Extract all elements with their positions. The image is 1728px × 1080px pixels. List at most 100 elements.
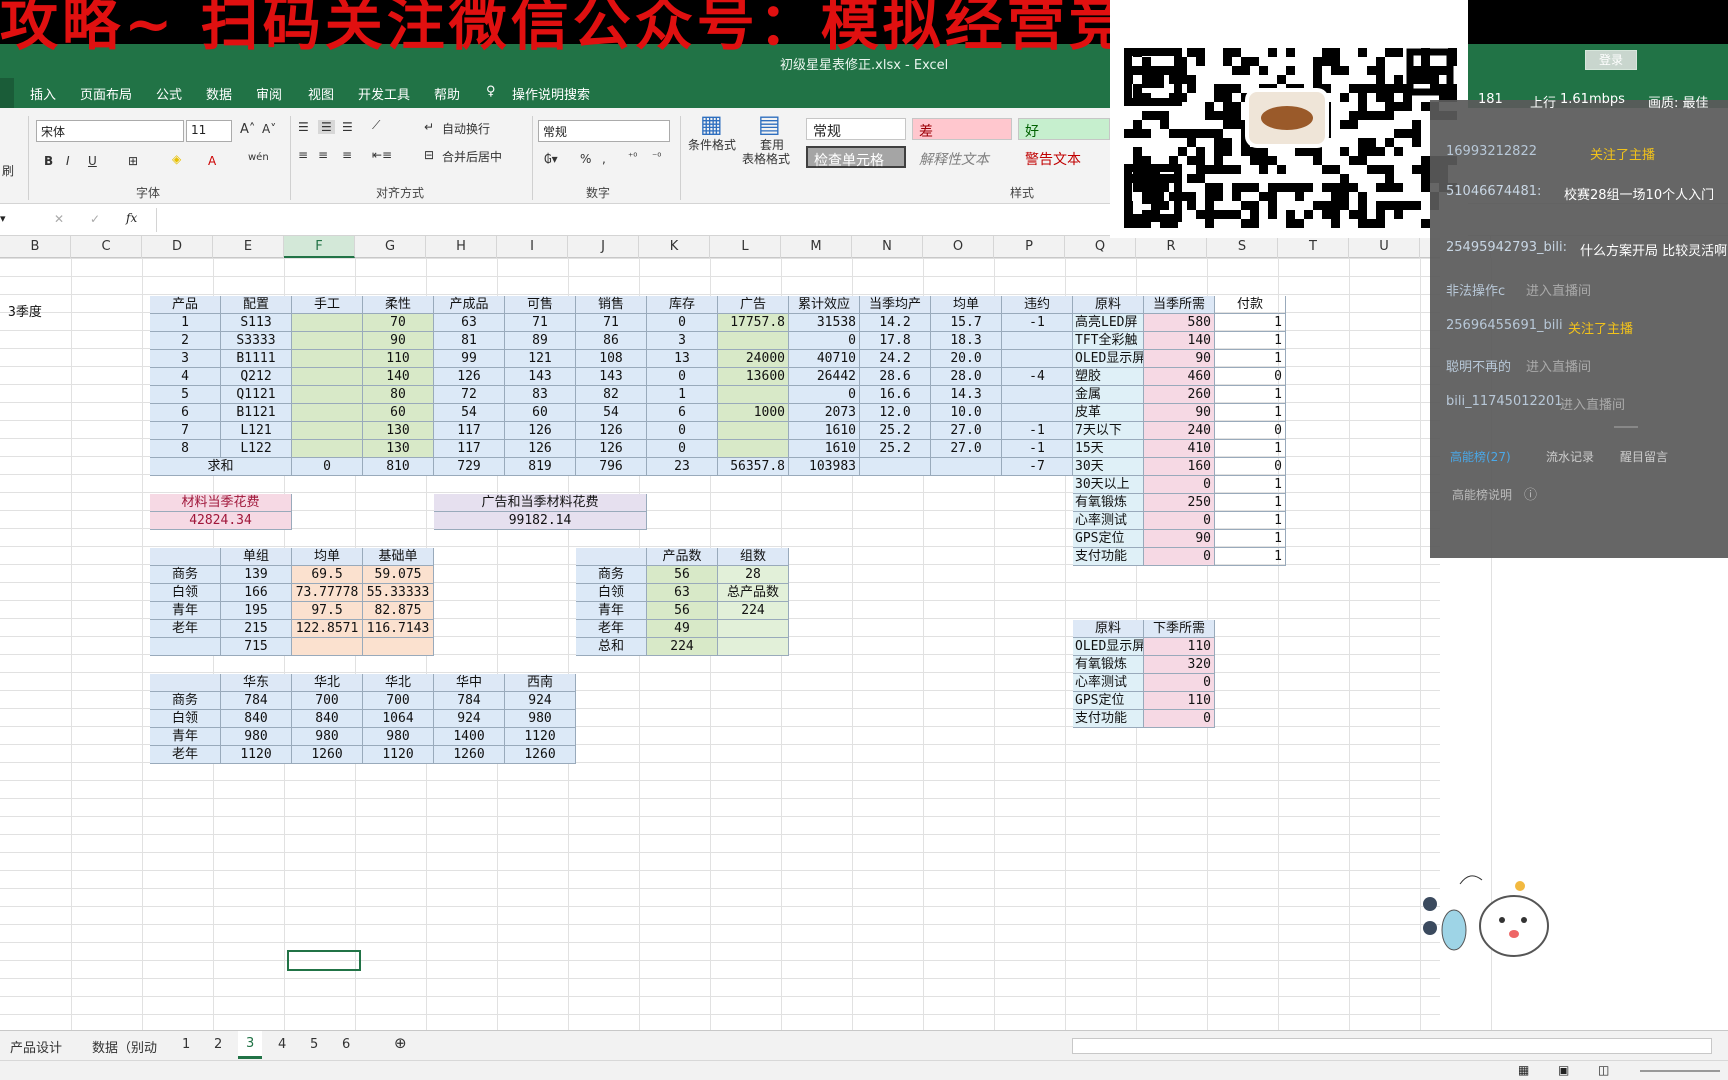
segment-cell[interactable]: 122.8571 bbox=[292, 620, 363, 638]
table-cell[interactable]: -4 bbox=[1002, 368, 1073, 386]
table-cell[interactable]: 4 bbox=[150, 368, 221, 386]
table-cell[interactable]: 99 bbox=[434, 350, 505, 368]
quality-label[interactable]: 画质: 最佳 bbox=[1648, 92, 1709, 111]
product-count-header[interactable]: 产品数 bbox=[647, 548, 718, 566]
table-cell[interactable]: S113 bbox=[221, 314, 292, 332]
table-cell[interactable]: 126 bbox=[505, 440, 576, 458]
sheet-tab[interactable]: 数据（别动 bbox=[92, 1037, 157, 1056]
material-name[interactable]: 高亮LED屏 bbox=[1073, 314, 1144, 332]
material-qty[interactable]: 460 bbox=[1144, 368, 1215, 386]
italic-icon[interactable]: I bbox=[66, 154, 70, 168]
next-material-qty[interactable]: 320 bbox=[1144, 656, 1215, 674]
table-cell[interactable]: 27.0 bbox=[931, 440, 1002, 458]
table-cell[interactable] bbox=[1002, 386, 1073, 404]
currency-icon[interactable]: ₲▾ bbox=[544, 152, 558, 166]
next-material-name[interactable]: GPS定位 bbox=[1073, 692, 1144, 710]
column-header-S[interactable]: S bbox=[1207, 236, 1278, 258]
segment-header[interactable]: 均单 bbox=[292, 548, 363, 566]
table-cell[interactable]: L122 bbox=[221, 440, 292, 458]
table-cell[interactable] bbox=[292, 332, 363, 350]
table-cell[interactable]: 54 bbox=[576, 404, 647, 422]
table-cell[interactable] bbox=[292, 368, 363, 386]
region-cell[interactable]: 980 bbox=[221, 728, 292, 746]
table-cell[interactable]: 1000 bbox=[718, 404, 789, 422]
phonetic-icon[interactable]: wén bbox=[248, 152, 269, 163]
table-cell[interactable]: 82 bbox=[576, 386, 647, 404]
table-cell[interactable]: 143 bbox=[576, 368, 647, 386]
table-header[interactable]: 库存 bbox=[647, 296, 718, 314]
table-cell[interactable]: 121 bbox=[505, 350, 576, 368]
total-cell[interactable] bbox=[860, 458, 931, 476]
style-explanatory[interactable]: 解释性文本 bbox=[912, 146, 1012, 168]
align-left-icon[interactable]: ≡ bbox=[298, 148, 308, 162]
segment-cell[interactable] bbox=[150, 638, 221, 656]
next-materials-header[interactable]: 下季所需 bbox=[1144, 620, 1215, 638]
material-qty[interactable]: 0 bbox=[1144, 548, 1215, 566]
table-header[interactable]: 可售 bbox=[505, 296, 576, 314]
material-paid[interactable]: 1 bbox=[1215, 350, 1286, 368]
table-cell[interactable]: 5 bbox=[150, 386, 221, 404]
indent-icon[interactable]: ⇤≡ bbox=[372, 148, 392, 162]
region-cell[interactable]: 1120 bbox=[505, 728, 576, 746]
column-header-M[interactable]: M bbox=[781, 236, 852, 258]
fill-color-icon[interactable]: ◈ bbox=[172, 152, 181, 166]
material-name[interactable]: 15天 bbox=[1073, 440, 1144, 458]
region-cell[interactable]: 700 bbox=[292, 692, 363, 710]
product-count-cell[interactable]: 56 bbox=[647, 602, 718, 620]
sheet-tab[interactable]: 5 bbox=[310, 1037, 318, 1052]
grow-font-icon[interactable]: A˄ bbox=[240, 122, 255, 137]
table-cell[interactable]: 117 bbox=[434, 422, 505, 440]
table-cell[interactable]: 130 bbox=[363, 440, 434, 458]
region-cell[interactable]: 白领 bbox=[150, 710, 221, 728]
font-color-icon[interactable]: A bbox=[208, 154, 216, 168]
material-name[interactable]: 30天 bbox=[1073, 458, 1144, 476]
table-cell[interactable]: 1610 bbox=[789, 422, 860, 440]
table-cell[interactable]: 140 bbox=[363, 368, 434, 386]
product-count-cell[interactable]: 青年 bbox=[576, 602, 647, 620]
total-label[interactable]: 求和 bbox=[150, 458, 292, 476]
region-cell[interactable]: 924 bbox=[505, 692, 576, 710]
table-header[interactable]: 柔性 bbox=[363, 296, 434, 314]
table-cell[interactable]: 12.0 bbox=[860, 404, 931, 422]
tab-formulas[interactable]: 公式 bbox=[156, 84, 182, 103]
table-header[interactable]: 违约 bbox=[1002, 296, 1073, 314]
table-header[interactable]: 均单 bbox=[931, 296, 1002, 314]
column-header-I[interactable]: I bbox=[497, 236, 568, 258]
table-header[interactable]: 销售 bbox=[576, 296, 647, 314]
material-paid[interactable]: 1 bbox=[1215, 314, 1286, 332]
region-cell[interactable]: 青年 bbox=[150, 728, 221, 746]
column-header-Q[interactable]: Q bbox=[1065, 236, 1136, 258]
table-cell[interactable]: Q1121 bbox=[221, 386, 292, 404]
total-cell[interactable]: 810 bbox=[363, 458, 434, 476]
region-cell[interactable]: 784 bbox=[221, 692, 292, 710]
table-cell[interactable]: 18.3 bbox=[931, 332, 1002, 350]
materials-header[interactable]: 当季所需 bbox=[1144, 296, 1215, 314]
region-cell[interactable]: 700 bbox=[363, 692, 434, 710]
segment-cell[interactable] bbox=[292, 638, 363, 656]
material-cost-label[interactable]: 材料当季花费 bbox=[150, 494, 292, 512]
segment-cell[interactable]: 73.77778 bbox=[292, 584, 363, 602]
table-cell[interactable]: -1 bbox=[1002, 422, 1073, 440]
table-cell[interactable]: 117 bbox=[434, 440, 505, 458]
total-cell[interactable]: 103983 bbox=[789, 458, 860, 476]
region-cell[interactable]: 980 bbox=[363, 728, 434, 746]
next-material-name[interactable]: 心率测试 bbox=[1073, 674, 1144, 692]
table-cell[interactable]: 1610 bbox=[789, 440, 860, 458]
material-qty[interactable]: 410 bbox=[1144, 440, 1215, 458]
material-qty[interactable]: 250 bbox=[1144, 494, 1215, 512]
table-cell[interactable]: -1 bbox=[1002, 314, 1073, 332]
zoom-slider[interactable] bbox=[1640, 1070, 1720, 1072]
tab-view[interactable]: 视图 bbox=[308, 84, 334, 103]
table-cell[interactable]: 2 bbox=[150, 332, 221, 350]
lightbulb-icon[interactable]: ♀ bbox=[486, 84, 496, 99]
table-cell[interactable]: -1 bbox=[1002, 440, 1073, 458]
table-cell[interactable]: 0 bbox=[647, 368, 718, 386]
product-count-cell[interactable]: 总和 bbox=[576, 638, 647, 656]
table-cell[interactable]: 15.7 bbox=[931, 314, 1002, 332]
segment-cell[interactable]: 166 bbox=[221, 584, 292, 602]
region-cell[interactable]: 980 bbox=[292, 728, 363, 746]
next-material-name[interactable]: 有氧锻炼 bbox=[1073, 656, 1144, 674]
product-count-cell[interactable]: 总产品数 bbox=[718, 584, 789, 602]
table-cell[interactable] bbox=[292, 440, 363, 458]
material-paid[interactable]: 1 bbox=[1215, 404, 1286, 422]
